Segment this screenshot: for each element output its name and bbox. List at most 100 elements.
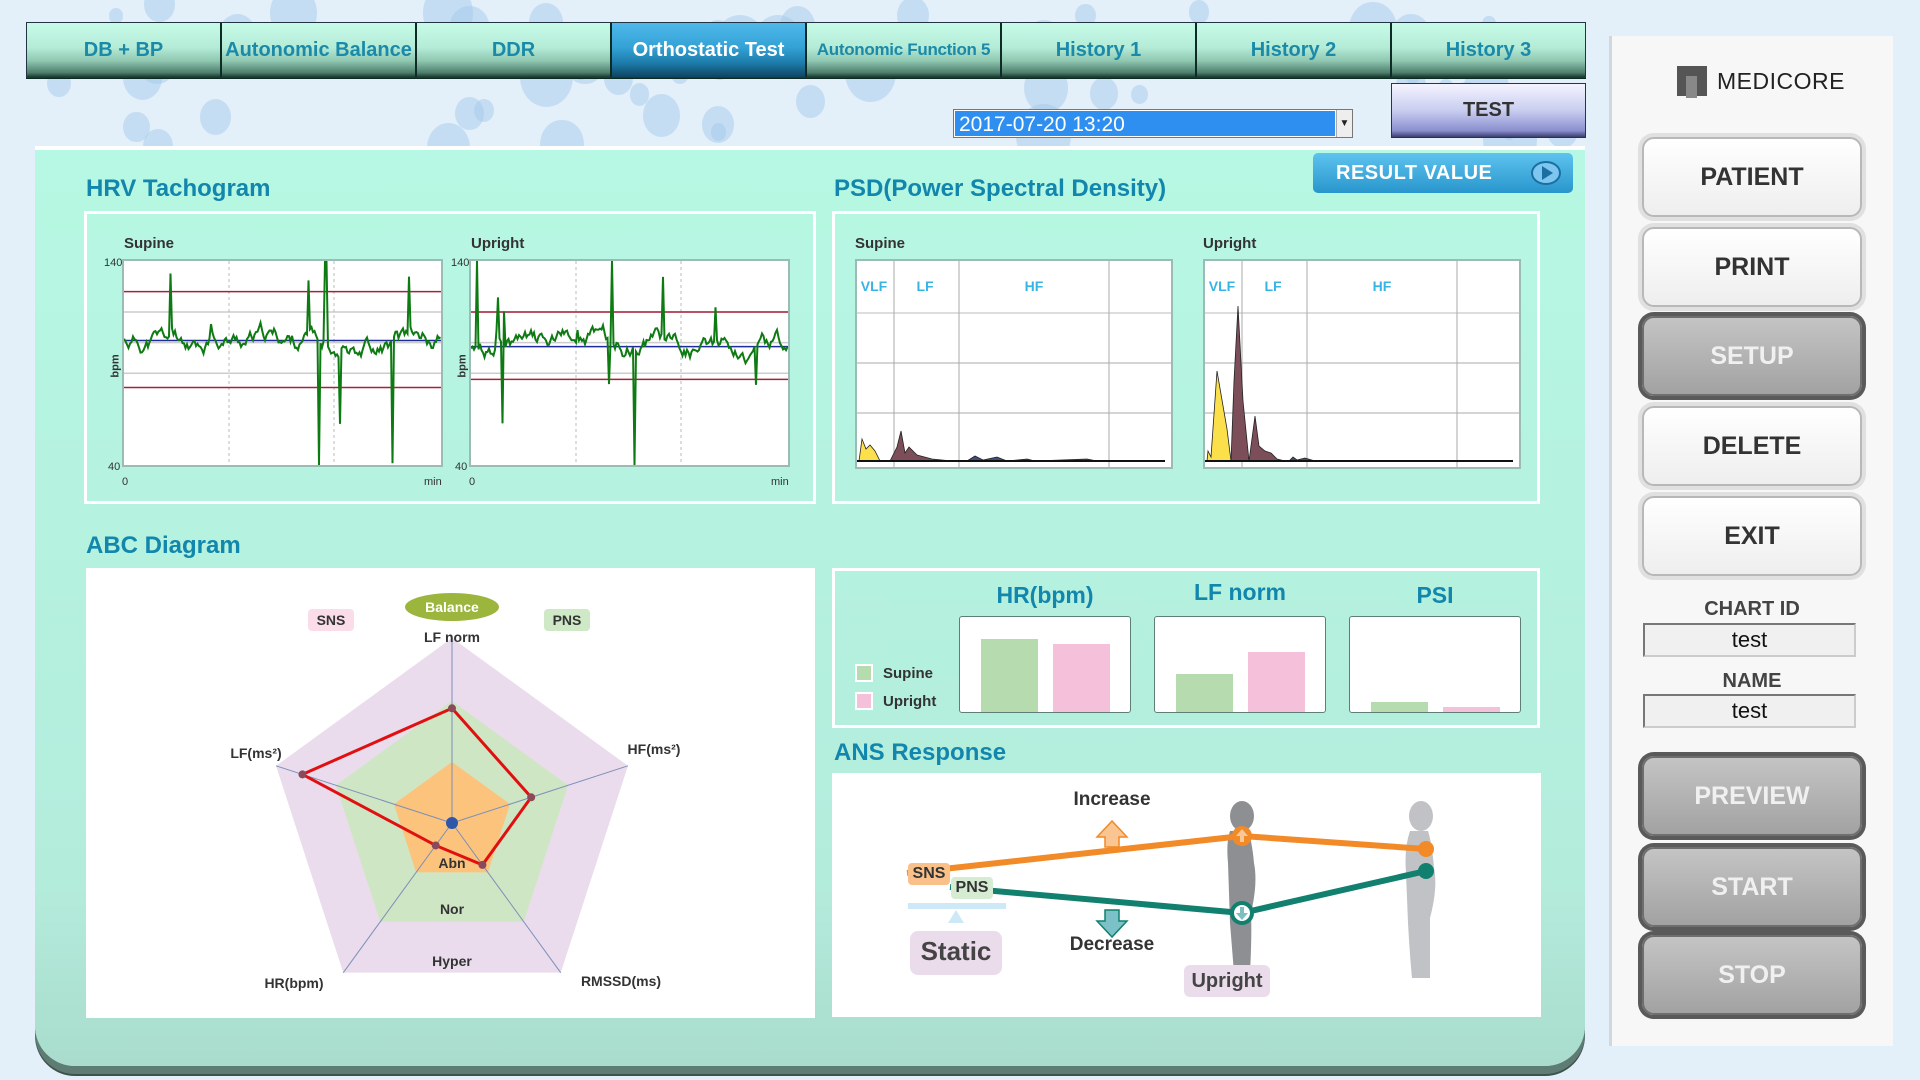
tab-db-bp[interactable]: DB + BP — [27, 23, 222, 77]
tab-autonomic-function-5[interactable]: Autonomic Function 5 — [807, 23, 1002, 77]
tab-autonomic-balance[interactable]: Autonomic Balance — [222, 23, 417, 77]
zone-label: Nor — [440, 901, 465, 917]
abc-panel: LF norm HF(ms²) RMSSD(ms) HR(bpm) LF(ms²) Abn… — [86, 568, 815, 1018]
ans-increase-label: Increase — [1073, 789, 1151, 810]
radar-axis-label: HR(bpm) — [264, 975, 323, 991]
psd-band-hf: HF — [1373, 278, 1392, 294]
radar-point — [431, 841, 440, 850]
bubble — [123, 112, 150, 143]
radar-point — [527, 793, 536, 802]
pns-line — [949, 884, 1243, 916]
abc-title: ABC Diagram — [86, 532, 241, 559]
bubble — [642, 93, 680, 137]
test-button[interactable]: TEST — [1391, 83, 1586, 138]
bar-upright — [1248, 652, 1305, 712]
radar-axis-label: LF norm — [424, 629, 480, 645]
play-icon — [1531, 161, 1561, 185]
legend-supine-label: Supine — [883, 665, 934, 682]
zone-label: Abn — [438, 855, 465, 871]
radar-axis-label: RMSSD(ms) — [581, 973, 661, 989]
psd-band-area — [1206, 370, 1232, 462]
hrv-upright-xunit: min — [771, 476, 789, 488]
medicore-logo: MEDICORE — [1677, 66, 1845, 98]
bar-supine — [1371, 701, 1428, 712]
bar-chart-title: LF norm — [1194, 579, 1286, 605]
tab-ddr[interactable]: DDR — [417, 23, 612, 77]
bar-chart — [959, 616, 1131, 713]
setup-button[interactable]: SETUP — [1642, 316, 1862, 396]
date-select-value: 2017-07-20 13:20 — [955, 111, 1335, 136]
decrease-arrow-icon — [1095, 909, 1129, 939]
hrv-supine-yunit: bpm — [109, 354, 122, 378]
legend-upright-label: Upright — [883, 693, 937, 710]
bar-supine — [1176, 674, 1233, 712]
svg-text:SNS: SNS — [317, 612, 346, 628]
bubble — [1089, 77, 1119, 110]
psd-band-lf: LF — [1264, 278, 1282, 294]
radar-axis-label: HF(ms²) — [628, 741, 681, 757]
bubble — [200, 98, 232, 135]
delete-button[interactable]: DELETE — [1642, 406, 1862, 486]
tab-history-2[interactable]: History 2 — [1197, 23, 1392, 77]
bubble — [1131, 84, 1149, 105]
balance-seesaw-icon — [908, 903, 1006, 909]
stop-button[interactable]: STOP — [1642, 935, 1862, 1015]
psd-band-vlf: VLF — [1209, 278, 1236, 294]
tab-history-1[interactable]: History 1 — [1002, 23, 1197, 77]
ans-pns-badge: PNS — [955, 879, 989, 896]
ans-sns-badge: SNS — [912, 865, 946, 882]
radar-center — [446, 817, 458, 829]
psd-upright-label: Upright — [1203, 235, 1257, 252]
psd-band-vlf: VLF — [861, 278, 888, 294]
ans-decrease-label: Decrease — [1069, 934, 1155, 955]
hrv-upright-label: Upright — [471, 235, 525, 252]
hrv-upright-xstart: 0 — [469, 476, 476, 488]
logo-text: MEDICORE — [1717, 67, 1845, 94]
start-button[interactable]: START — [1642, 847, 1862, 927]
hrv-supine-label: Supine — [124, 235, 175, 252]
bar-supine — [981, 638, 1038, 712]
preview-button[interactable]: PREVIEW — [1642, 756, 1862, 836]
exit-button[interactable]: EXIT — [1642, 496, 1862, 576]
bar-chart-title: PSI — [1416, 582, 1454, 608]
bubble — [1188, 0, 1210, 24]
radar-axis-label: LF(ms²) — [230, 745, 281, 761]
hrv-upright-plot — [469, 259, 790, 467]
ans-upright-label: Upright — [1191, 970, 1263, 992]
increase-arrow-icon — [1095, 819, 1129, 848]
name-field[interactable]: test — [1643, 694, 1856, 728]
chart-id-field[interactable]: test — [1643, 623, 1856, 657]
tab-orthostatic-test[interactable]: Orthostatic Test — [612, 23, 807, 77]
patient-button[interactable]: PATIENT — [1642, 137, 1862, 217]
bubble — [796, 85, 825, 119]
medicore-logo-icon — [1677, 66, 1707, 98]
hrv-upright-ymax: 140 — [451, 257, 470, 269]
svg-text:Balance: Balance — [425, 599, 479, 615]
ans-static-label: Static — [920, 936, 992, 966]
bubble — [473, 98, 495, 122]
psd-band-hf: HF — [1025, 278, 1044, 294]
bar-chart-title: HR(bpm) — [996, 582, 1094, 608]
date-select[interactable]: 2017-07-20 13:20 ▼ — [953, 109, 1353, 138]
print-button[interactable]: PRINT — [1642, 227, 1862, 307]
bar-upright — [1443, 707, 1500, 712]
psd-supine-label: Supine — [855, 235, 906, 252]
hrv-supine-xstart: 0 — [122, 476, 129, 488]
chart-id-label: CHART ID — [1704, 598, 1800, 620]
legend-supine-swatch — [855, 664, 873, 682]
zone-label: Hyper — [432, 953, 472, 969]
radar-point — [298, 770, 307, 779]
hrv-trace — [470, 260, 789, 466]
tab-history-3[interactable]: History 3 — [1392, 23, 1585, 77]
legend-upright-swatch — [855, 692, 873, 710]
psd-band-area — [858, 437, 881, 462]
upright-figure-2 — [1405, 801, 1436, 978]
chevron-down-icon[interactable]: ▼ — [1336, 110, 1352, 137]
radar-point — [478, 860, 487, 869]
bubble — [144, 0, 175, 22]
result-value-button[interactable]: RESULT VALUE — [1313, 153, 1573, 193]
psd-upright-plot: VLF LF HF — [1203, 259, 1521, 469]
hrv-title: HRV Tachogram — [86, 175, 271, 202]
psd-band-area — [1230, 305, 1286, 462]
hrv-supine-xunit: min — [424, 476, 442, 488]
